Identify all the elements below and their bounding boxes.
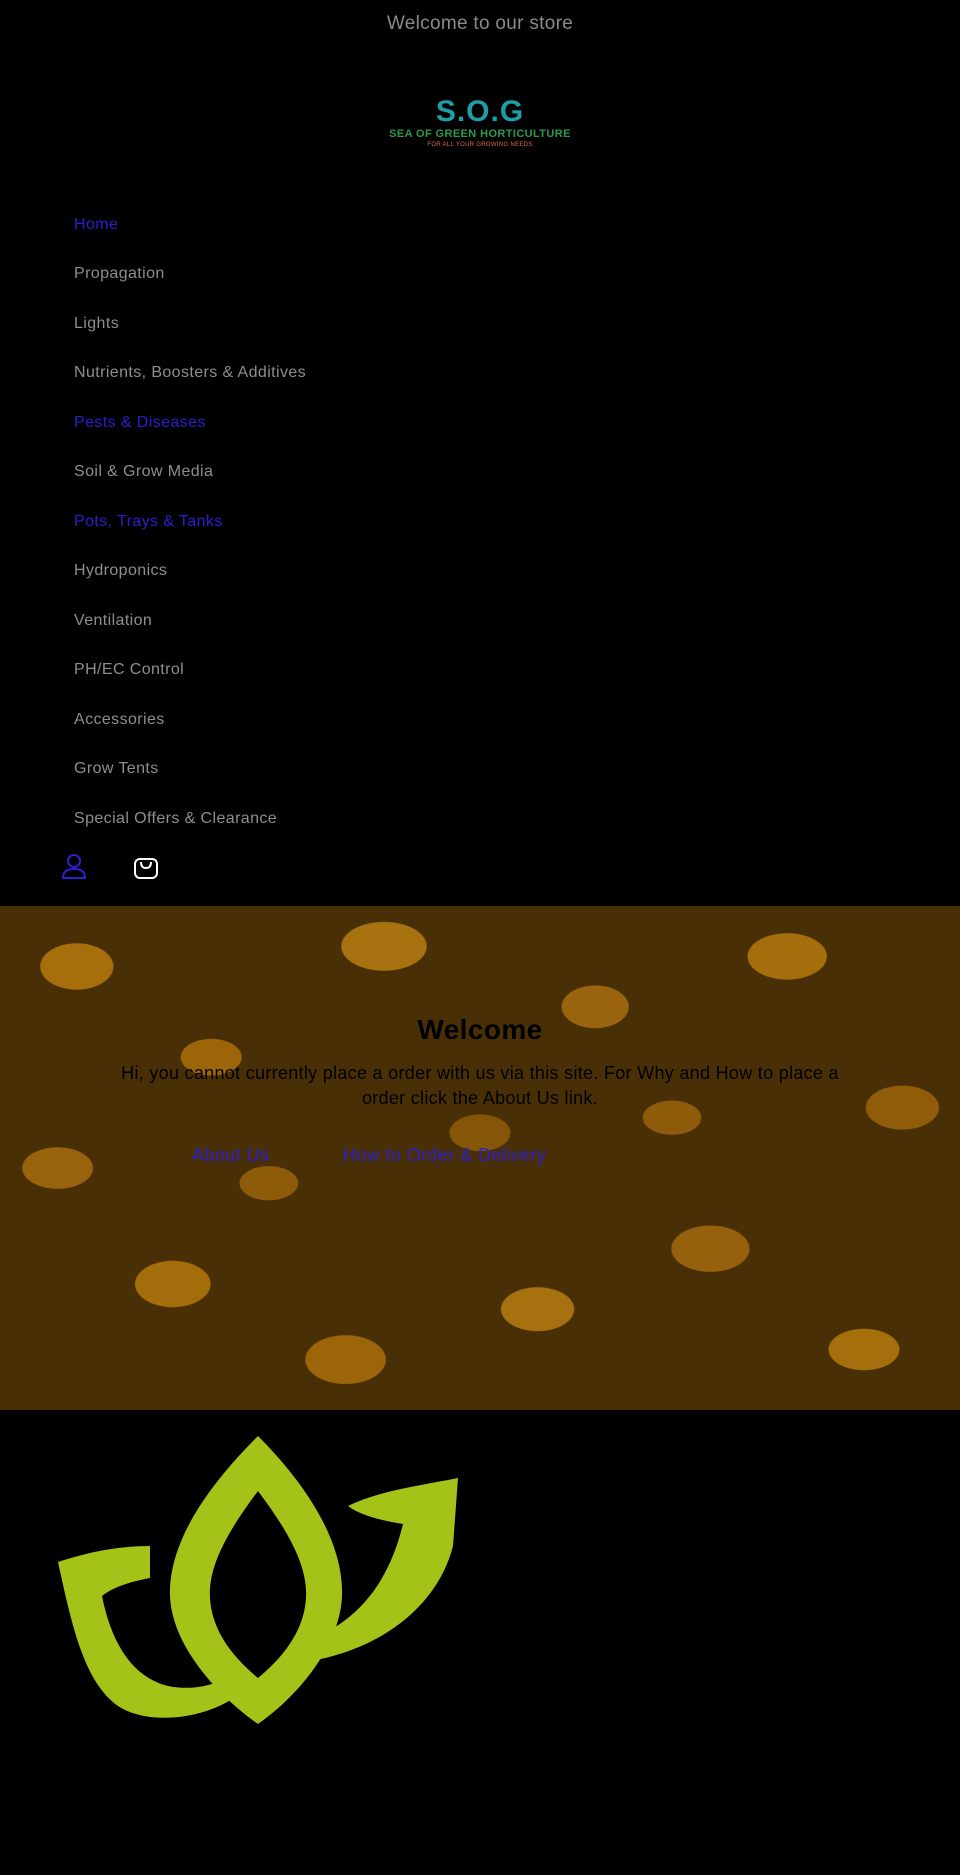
nav-item-hydroponics[interactable]: Hydroponics — [74, 547, 474, 597]
nav-item-lights[interactable]: Lights — [74, 299, 474, 349]
logo-subtitle: SEA OF GREEN HORTICULTURE — [389, 128, 571, 140]
shopping-bag-icon — [134, 858, 158, 879]
order-delivery-button[interactable]: How to Order & Delivery — [343, 1138, 546, 1172]
nav-item-grow-tents[interactable]: Grow Tents — [74, 745, 474, 795]
about-us-button[interactable]: About Us — [192, 1138, 269, 1172]
nav-item-propagation[interactable]: Propagation — [74, 250, 474, 300]
nav-item-pots-trays-tanks[interactable]: Pots, Trays & Tanks — [74, 497, 474, 547]
nav-item-home[interactable]: Home — [74, 200, 474, 250]
announcement-bar: Welcome to our store — [0, 0, 960, 48]
account-button[interactable] — [56, 848, 92, 884]
hero-banner: Welcome Hi, you cannot currently place a… — [0, 906, 960, 1410]
nav-item-special-offers[interactable]: Special Offers & Clearance — [74, 794, 474, 844]
logo-wordmark: S.O.G — [435, 95, 525, 128]
main-navigation: Home Propagation Lights Nutrients, Boost… — [74, 200, 474, 844]
nav-item-ventilation[interactable]: Ventilation — [74, 596, 474, 646]
nav-item-pests-diseases[interactable]: Pests & Diseases — [74, 398, 474, 448]
header-icons — [56, 848, 164, 884]
nav-item-soil-grow-media[interactable]: Soil & Grow Media — [74, 448, 474, 498]
nav-item-ph-ec-control[interactable]: PH/EC Control — [74, 646, 474, 696]
hero-text: Hi, you cannot currently place a order w… — [121, 1063, 839, 1108]
leaf-logo-icon — [58, 1436, 458, 1724]
nav-item-accessories[interactable]: Accessories — [74, 695, 474, 745]
user-icon — [61, 854, 87, 879]
announcement-text: Welcome to our store — [386, 13, 574, 34]
hero-content: Welcome Hi, you cannot currently place a… — [0, 906, 960, 1410]
nav-item-nutrients[interactable]: Nutrients, Boosters & Additives — [74, 349, 474, 399]
hero-title: Welcome — [417, 1014, 543, 1045]
store-logo[interactable]: S.O.G SEA OF GREEN HORTICULTURE FOR ALL … — [385, 96, 575, 160]
cart-button[interactable] — [128, 848, 164, 884]
logo-tagline: FOR ALL YOUR GROWING NEEDS — [427, 142, 533, 148]
